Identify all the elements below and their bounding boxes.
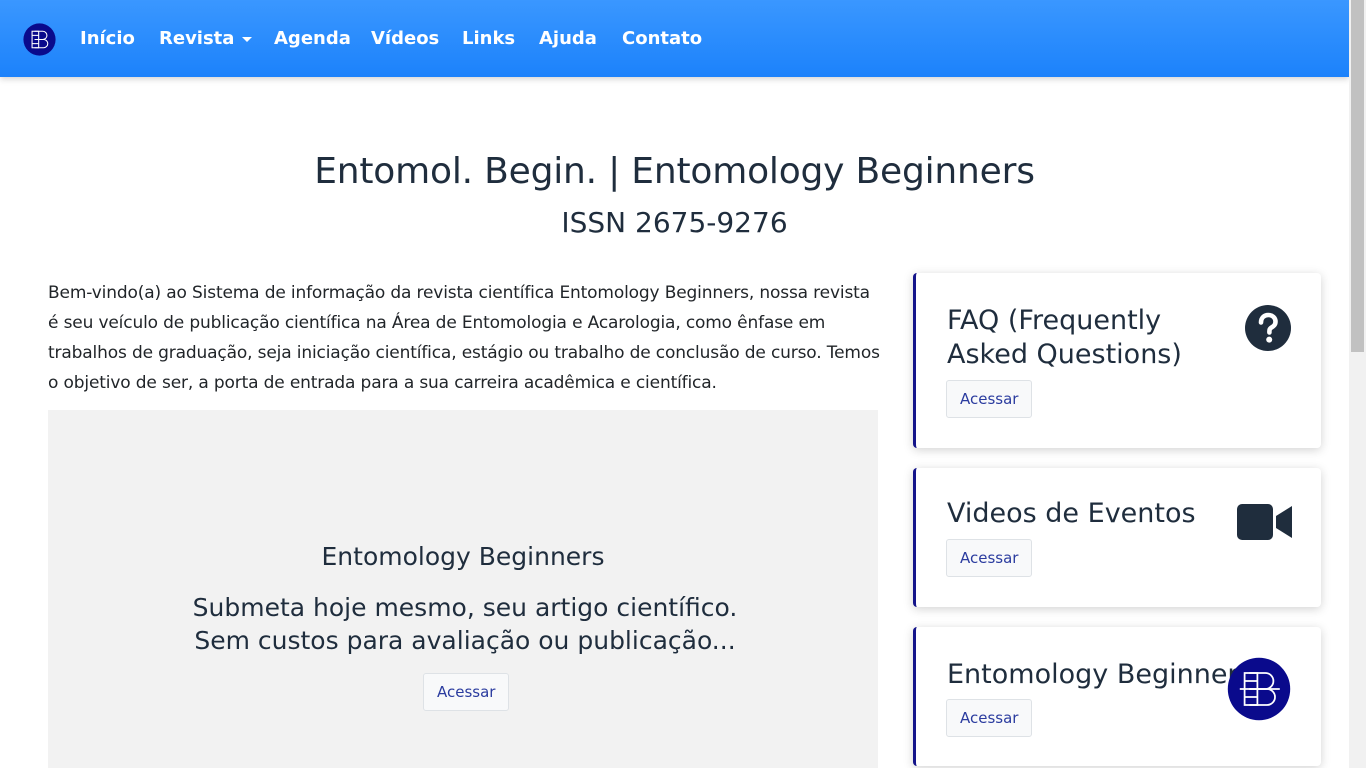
nav-link-ajuda[interactable]: Ajuda [539,27,597,51]
nav-link-links[interactable]: Links [462,27,515,51]
banner-text: Submeta hoje mesmo, seu artigo científic… [192,593,738,655]
nav-link-revista-label: Revista [159,28,235,49]
nav-dropdown-revista[interactable]: Revista [159,27,253,51]
intro-paragraph: Bem-vindo(a) ao Sistema de informação da… [48,283,880,393]
chevron-down-icon [242,36,253,42]
video-camera-icon [1237,504,1292,540]
page-scrollbar-thumb[interactable] [1351,0,1364,352]
videos-card: Videos de Eventos Acessar [913,468,1321,607]
faq-acessar-button[interactable]: Acessar [946,380,1033,418]
nav-link-contato[interactable]: Contato [622,27,702,51]
journal-card-title: Entomology Beginners [947,659,1253,690]
submission-banner: Entomology Beginners Submeta hoje mesmo,… [48,410,878,768]
eb-logo-icon[interactable] [23,23,56,56]
faq-card: FAQ (Frequently Asked Questions) Acessar [913,273,1321,448]
page-title: Entomol. Begin. | Entomology Beginners [314,151,1035,192]
eb-logo-icon [1227,657,1291,721]
journal-card: Entomology Beginners Acessar [913,627,1321,766]
videos-acessar-button[interactable]: Acessar [946,539,1033,577]
nav-link-inicio[interactable]: Início [80,27,135,51]
videos-card-title: Videos de Eventos [947,498,1196,529]
issn-subtitle: ISSN 2675-9276 [561,206,788,239]
nav-link-videos[interactable]: Vídeos [371,27,439,51]
top-navbar: Início Revista Agenda Vídeos Links Ajuda… [0,0,1349,77]
banner-heading: Entomology Beginners [321,542,605,571]
nav-link-agenda[interactable]: Agenda [274,27,351,51]
banner-acessar-button[interactable]: Acessar [423,673,510,711]
question-circle-icon [1245,305,1291,351]
journal-acessar-button[interactable]: Acessar [946,699,1033,737]
faq-card-title: FAQ (Frequently Asked Questions) [947,305,1182,370]
